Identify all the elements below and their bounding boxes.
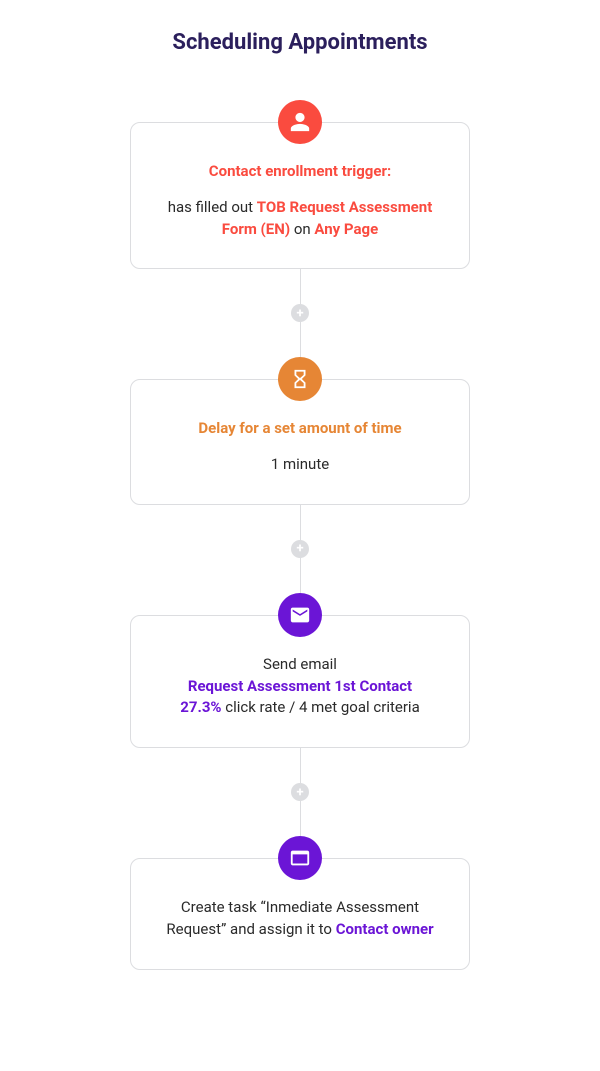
connector-line (300, 800, 301, 836)
plus-icon: + (291, 304, 309, 322)
plus-icon: + (291, 540, 309, 558)
trigger-heading: Contact enrollment trigger: (159, 161, 441, 183)
window-icon (278, 836, 322, 880)
trigger-body: has filled out TOB Request Assessment Fo… (159, 197, 441, 241)
connector-line (300, 321, 301, 357)
delay-heading: Delay for a set amount of time (159, 418, 441, 440)
step-trigger: Contact enrollment trigger: has filled o… (0, 100, 600, 269)
email-rate: 27.3% (180, 698, 221, 716)
task-owner: Contact owner (336, 920, 434, 938)
envelope-icon (278, 593, 322, 637)
trigger-mid: on (290, 220, 314, 238)
trigger-page: Any Page (314, 220, 378, 238)
email-name: Request Assessment 1st Contact (159, 676, 441, 698)
workflow-diagram: Scheduling Appointments Contact enrollme… (0, 30, 600, 970)
step-delay: Delay for a set amount of time 1 minute (0, 357, 600, 505)
task-body: Create task “Inmediate Assessment Reques… (159, 897, 441, 941)
email-pre: Send email (159, 654, 441, 676)
hourglass-icon (278, 357, 322, 401)
connector-line (300, 269, 301, 305)
user-icon (278, 100, 322, 144)
trigger-pre: has filled out (168, 198, 257, 216)
connector-line (300, 748, 301, 784)
email-stats: 27.3% click rate / 4 met goal criteria (159, 697, 441, 719)
trigger-card: Contact enrollment trigger: has filled o… (130, 122, 470, 269)
step-email: Send email Request Assessment 1st Contac… (0, 593, 600, 748)
connector-line (300, 557, 301, 593)
email-rate-suffix: click rate / 4 met goal criteria (222, 698, 420, 716)
page-title: Scheduling Appointments (172, 30, 427, 55)
delay-duration: 1 minute (159, 454, 441, 476)
connector-line (300, 505, 301, 541)
step-task: Create task “Inmediate Assessment Reques… (0, 836, 600, 970)
plus-icon: + (291, 783, 309, 801)
